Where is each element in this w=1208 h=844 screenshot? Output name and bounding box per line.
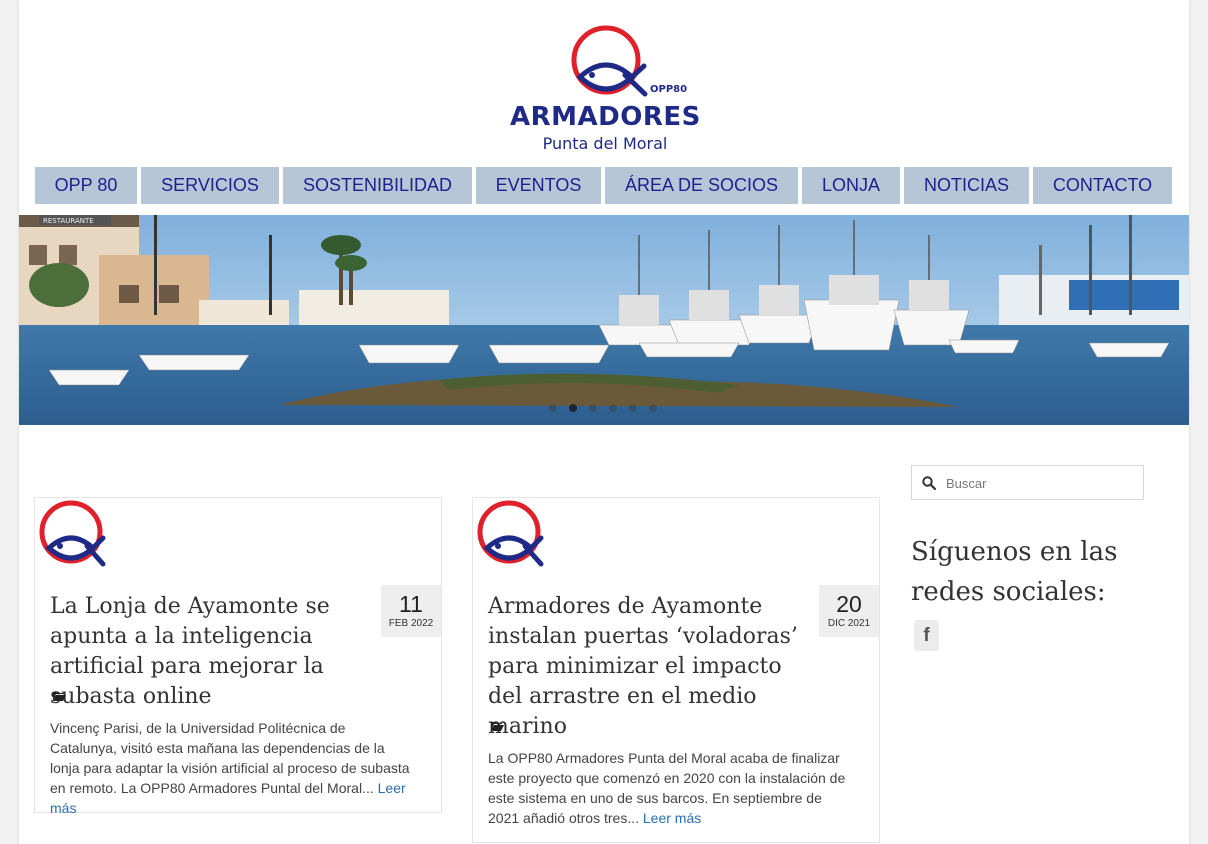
slider-dot[interactable]: [649, 404, 657, 412]
slider-dots: [549, 404, 657, 414]
post-card: 20 DIC 2021 Armadores de Ayamonte instal…: [472, 497, 880, 843]
nav-item-area-socios[interactable]: ÁREA DE SOCIOS: [605, 167, 798, 204]
post-thumbnail-logo[interactable]: [37, 498, 109, 570]
slider-dot[interactable]: [629, 404, 637, 412]
search-icon[interactable]: [922, 476, 936, 490]
logo-tag: OPP80: [650, 84, 688, 95]
nav-item-noticias[interactable]: NOTICIAS: [904, 167, 1029, 204]
search-box: [911, 465, 1144, 500]
slider-dot-active[interactable]: [569, 404, 577, 412]
post-day: 20: [836, 591, 862, 617]
post-month: DIC 2021: [827, 618, 871, 629]
slider-dot[interactable]: [589, 404, 597, 412]
slider-dot[interactable]: [609, 404, 617, 412]
slider-dot[interactable]: [549, 404, 557, 412]
facebook-icon[interactable]: f: [914, 620, 939, 651]
folder-icon[interactable]: [491, 720, 504, 734]
post-date-badge: 20 DIC 2021: [819, 585, 879, 637]
post-card: 11 FEB 2022 La Lonja de Ayamonte se apun…: [34, 497, 442, 816]
nav-item-lonja[interactable]: LONJA: [802, 167, 900, 204]
logo-brand: ARMADORES: [510, 102, 701, 132]
post-excerpt: La OPP80 Armadores Punta del Moral acaba…: [488, 748, 848, 828]
post-day: 11: [399, 591, 423, 617]
site-logo[interactable]: OPP80 ARMADORES Punta del Moral: [507, 22, 703, 156]
search-input[interactable]: [946, 472, 1136, 494]
post-thumbnail-logo[interactable]: [475, 498, 547, 570]
post-excerpt: Vincenç Parisi, de la Universidad Polité…: [50, 718, 410, 818]
follow-title: Síguenos en las redes sociales:: [911, 537, 1118, 607]
post-month: FEB 2022: [388, 618, 434, 629]
post-date-badge: 11 FEB 2022: [381, 585, 441, 637]
post-title[interactable]: La Lonja de Ayamonte se apunta a la inte…: [50, 592, 385, 712]
nav-item-servicios[interactable]: SERVICIOS: [141, 167, 279, 204]
read-more-link[interactable]: Leer más: [643, 810, 701, 826]
post-title[interactable]: Armadores de Ayamonte instalan puertas ‘…: [488, 592, 808, 742]
folder-icon[interactable]: [53, 690, 66, 704]
page: OPP80 ARMADORES Punta del Moral OPP 80 S…: [19, 0, 1189, 844]
nav-item-opp80[interactable]: OPP 80: [35, 167, 137, 204]
logo-place: Punta del Moral: [542, 134, 668, 153]
nav-item-eventos[interactable]: EVENTOS: [476, 167, 601, 204]
nav-item-contacto[interactable]: CONTACTO: [1033, 167, 1172, 204]
hero-slider[interactable]: RESTAURANTE: [19, 215, 1189, 425]
hero-sign-text: RESTAURANTE: [43, 217, 94, 225]
nav-item-sostenibilidad[interactable]: SOSTENIBILIDAD: [283, 167, 472, 204]
harbor-photo: RESTAURANTE: [19, 215, 1189, 425]
post-excerpt-text: Vincenç Parisi, de la Universidad Polité…: [50, 720, 410, 796]
